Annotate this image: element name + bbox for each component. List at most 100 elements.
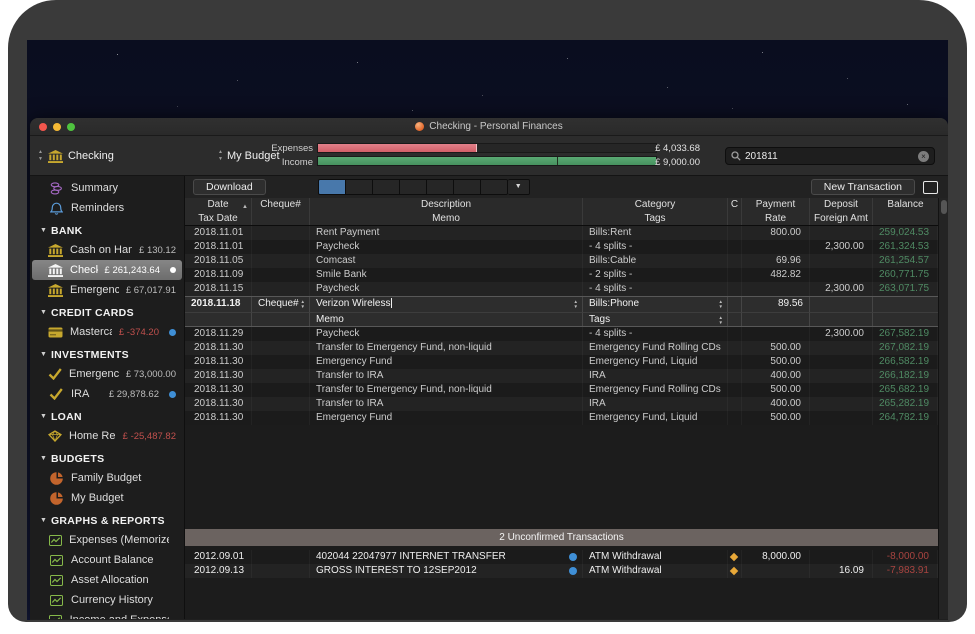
sidebar-item[interactable]: Expenses (Memorized) (32, 530, 182, 550)
stepper-icon[interactable] (719, 315, 723, 325)
filter-tab[interactable] (373, 180, 400, 194)
transaction-row[interactable]: 2018.11.30 Emergency Fund Emergency Fund… (185, 355, 938, 369)
transaction-row[interactable]: 2018.11.30 Transfer to IRA IRA 400.00 26… (185, 397, 938, 411)
description-cell: Paycheck (310, 282, 583, 296)
titlebar[interactable]: Checking - Personal Finances (30, 118, 948, 136)
edit-deposit-field[interactable] (810, 297, 873, 312)
transaction-row[interactable]: 2018.11.05 Comcast Bills:Cable 69.96 261… (185, 254, 938, 268)
cleared-dot-icon[interactable] (569, 567, 577, 575)
search-field[interactable]: × (725, 147, 935, 165)
close-window-button[interactable] (39, 123, 47, 131)
vertical-scrollbar[interactable] (938, 198, 948, 619)
stepper-icon[interactable] (719, 299, 723, 309)
budget-bar-labels: Expenses Income (263, 142, 313, 169)
cleared-dot-icon[interactable] (569, 553, 577, 561)
sidebar-item[interactable]: Emergency Fu... £ 67,017.91 (32, 280, 182, 300)
search-input[interactable] (745, 151, 914, 162)
scrollbar-thumb[interactable] (941, 200, 947, 214)
sidebar-item[interactable]: Asset Allocation (32, 570, 182, 590)
column-header-category[interactable]: CategoryTags (583, 198, 728, 225)
account-selector[interactable]: Checking (38, 136, 114, 176)
transaction-edit-row[interactable]: 2018.11.18 Cheque# Verizon Wireless Bill… (185, 296, 938, 327)
sidebar-item[interactable]: ▼ CREDIT CARDS (32, 300, 182, 322)
new-transaction-button[interactable]: New Transaction (811, 179, 915, 195)
sidebar-item[interactable]: IRA £ 29,878.62 (32, 384, 182, 404)
sidebar-item[interactable]: Home Renova... £ -25,487.82 (32, 426, 182, 446)
edit-cheque-field[interactable]: Cheque# (252, 297, 310, 312)
edit-category-field[interactable]: Bills:Phone (583, 297, 728, 312)
filter-tab[interactable] (454, 180, 481, 194)
column-header-date[interactable]: DateTax Date ▲ (185, 198, 252, 225)
column-header-cleared[interactable]: C (728, 198, 742, 225)
transaction-row[interactable]: 2018.11.09 Smile Bank - 2 splits - 482.8… (185, 268, 938, 282)
column-header-cheque[interactable]: Cheque# (252, 198, 310, 225)
collapse-arrow-icon[interactable]: ▼ (40, 515, 47, 527)
column-header-balance[interactable]: Balance (873, 198, 938, 225)
chevron-updown-icon (38, 149, 43, 163)
collapse-arrow-icon[interactable]: ▼ (40, 307, 47, 319)
sidebar-item[interactable]: Account Balance (32, 550, 182, 570)
category-cell: IRA (583, 397, 728, 411)
collapse-arrow-icon[interactable]: ▼ (40, 453, 47, 465)
transaction-row[interactable]: 2018.11.15 Paycheck - 4 splits - 2,300.0… (185, 282, 938, 296)
edit-memo-field[interactable]: Memo (310, 312, 583, 327)
balance-cell: 265,282.19 (873, 397, 938, 411)
filter-tab[interactable] (319, 180, 346, 194)
sidebar-item[interactable]: Emergency Fu... £ 73,000.00 (32, 364, 182, 384)
sidebar-item[interactable]: ▼ BANK (32, 218, 182, 240)
column-header-deposit[interactable]: DepositForeign Amt (810, 198, 873, 225)
collapse-arrow-icon[interactable]: ▼ (40, 411, 47, 423)
sidebar-item[interactable]: Checking £ 261,243.64 (32, 260, 182, 280)
zoom-window-button[interactable] (67, 123, 75, 131)
sidebar-item[interactable]: ▼ INVESTMENTS (32, 342, 182, 364)
sidebar-item[interactable]: Reminders (32, 198, 182, 218)
transaction-row[interactable]: 2018.11.01 Paycheck - 4 splits - 2,300.0… (185, 240, 938, 254)
edit-tags-field[interactable]: Tags (583, 312, 728, 327)
stepper-icon[interactable] (574, 299, 578, 309)
check-icon (48, 368, 62, 380)
transaction-row[interactable]: 2018.11.30 Emergency Fund Emergency Fund… (185, 411, 938, 425)
sidebar-item[interactable]: Mastercard £ -374.20 (32, 322, 182, 342)
sidebar-item[interactable]: ▼ BUDGETS (32, 446, 182, 468)
transaction-row[interactable]: 2018.11.30 Transfer to Emergency Fund, n… (185, 341, 938, 355)
collapse-arrow-icon[interactable]: ▼ (40, 225, 47, 237)
clear-search-icon[interactable]: × (918, 151, 929, 162)
filter-tab[interactable] (400, 180, 427, 194)
filter-tab[interactable] (481, 180, 507, 194)
transaction-row[interactable]: 2018.11.01 Rent Payment Bills:Rent 800.0… (185, 226, 938, 240)
register-rows: 2018.11.29 Paycheck - 4 splits - 2,300.0… (185, 327, 938, 425)
custom-filter-dropdown-arrow[interactable]: ▼ (508, 180, 529, 194)
bank-icon (48, 284, 63, 297)
sidebar-item[interactable]: ▼ LOAN (32, 404, 182, 426)
sidebar-item[interactable]: Income and Expenses (32, 610, 182, 619)
edit-date-field[interactable]: 2018.11.18 (185, 297, 252, 312)
panel-toggle-icon[interactable] (923, 181, 938, 194)
category-cell: - 2 splits - (583, 268, 728, 282)
filter-tab[interactable] (427, 180, 454, 194)
filter-tab[interactable] (346, 180, 373, 194)
edit-description-field[interactable]: Verizon Wireless (310, 297, 583, 312)
minimize-window-button[interactable] (53, 123, 61, 131)
sidebar-item[interactable]: Summary (32, 178, 182, 198)
column-header-payment[interactable]: PaymentRate (742, 198, 810, 225)
edit-payment-field[interactable]: 89.56 (742, 297, 810, 312)
unconfirmed-diamond-icon[interactable] (730, 553, 738, 561)
sidebar-item[interactable]: Cash on Hand £ 130.12 (32, 240, 182, 260)
transaction-row[interactable]: 2018.11.30 Transfer to IRA IRA 400.00 26… (185, 369, 938, 383)
unconfirmed-diamond-icon[interactable] (730, 567, 738, 575)
collapse-arrow-icon[interactable]: ▼ (40, 349, 47, 361)
sidebar-item[interactable]: ▼ GRAPHS & REPORTS (32, 508, 182, 530)
sidebar-item-label: Family Budget (71, 472, 169, 484)
stepper-icon[interactable] (301, 299, 305, 309)
unconfirmed-transaction-row[interactable]: 2012.09.13 GROSS INTEREST TO 12SEP2012 A… (185, 564, 938, 578)
unconfirmed-transaction-row[interactable]: 2012.09.01 402044 22047977 INTERNET TRAN… (185, 550, 938, 564)
sidebar-item[interactable]: Family Budget (32, 468, 182, 488)
transaction-row[interactable]: 2018.11.29 Paycheck - 4 splits - 2,300.0… (185, 327, 938, 341)
sidebar-item-label: Home Renova... (69, 430, 116, 442)
transaction-row[interactable]: 2018.11.30 Transfer to Emergency Fund, n… (185, 383, 938, 397)
payment-cell: 8,000.00 (742, 550, 810, 564)
sidebar-item[interactable]: My Budget (32, 488, 182, 508)
sidebar-item[interactable]: Currency History (32, 590, 182, 610)
download-button[interactable]: Download (193, 179, 266, 195)
column-header-description[interactable]: DescriptionMemo (310, 198, 583, 225)
